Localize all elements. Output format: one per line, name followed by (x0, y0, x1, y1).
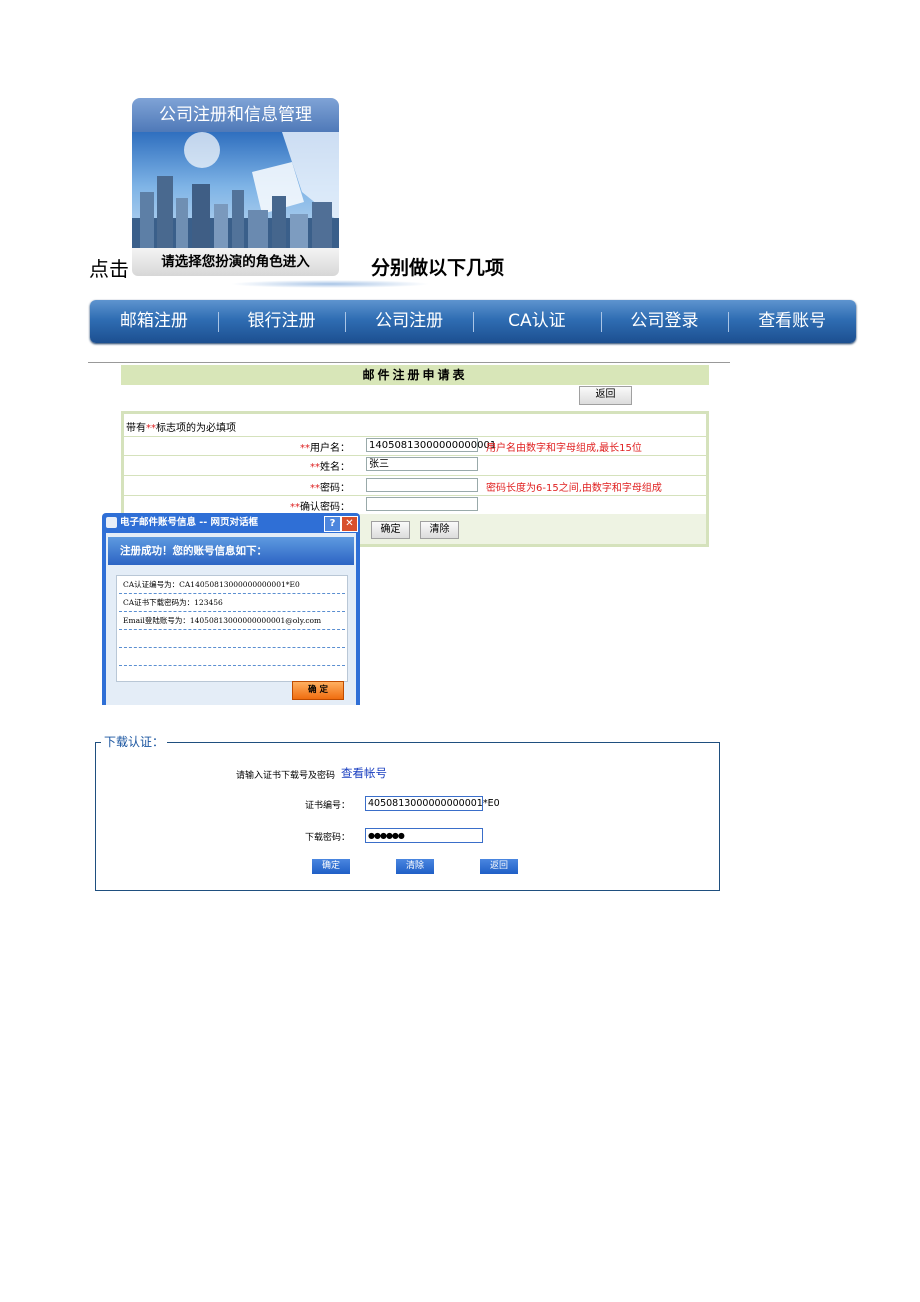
name-input[interactable]: 张三 (366, 457, 478, 471)
dialog-title: 电子邮件账号信息 -- 网页对话框 (120, 517, 259, 528)
form-row-name: **姓名： 张三 (124, 455, 706, 476)
download-password-input[interactable]: ●●●●●● (365, 828, 483, 843)
username-hint: 用户名由数字和字母组成,最长15位 (486, 443, 642, 454)
banner-caption: 请选择您扮演的角色进入 (132, 248, 339, 276)
download-back-button[interactable]: 返回 (480, 859, 518, 874)
required-note: 带有**标志项的为必填项 (126, 423, 236, 434)
help-icon[interactable]: ? (324, 516, 341, 532)
divider (88, 362, 730, 363)
city-skyline-image (132, 132, 339, 254)
main-nav: 邮箱注册 银行注册 公司注册 CA认证 公司登录 查看账号 (90, 300, 856, 343)
download-legend: 下载认证： (101, 733, 168, 750)
password-input[interactable] (366, 478, 478, 492)
nav-bank-register[interactable]: 银行注册 (217, 300, 346, 343)
banner-shadow (230, 280, 430, 288)
nav-mail-register[interactable]: 邮箱注册 (90, 300, 218, 343)
banner-title: 公司注册和信息管理 (132, 98, 339, 132)
clear-button[interactable]: 清除 (420, 521, 459, 539)
close-icon[interactable]: ✕ (341, 516, 358, 532)
password-hint: 密码长度为6-15之间,由数字和字母组成 (486, 483, 662, 494)
confirm-button[interactable]: 确定 (371, 521, 410, 539)
view-account-link[interactable]: 查看帐号 (341, 765, 387, 781)
name-label: **姓名： (310, 462, 350, 473)
back-button[interactable]: 返回 (579, 386, 632, 405)
list-item (119, 630, 345, 648)
cert-number-label: 证书编号： (305, 801, 351, 811)
ca-number-line: CA认证编号为：CA14050813000000000001*E0 (119, 576, 345, 594)
list-item (119, 648, 345, 666)
dialog-body: 注册成功！您的账号信息如下： CA认证编号为：CA140508130000000… (106, 533, 356, 705)
download-prompt: 请输入证书下载号及密码 (236, 771, 336, 781)
form-title: 邮件注册申请表 (121, 365, 709, 385)
dialog-header: 注册成功！您的账号信息如下： (108, 537, 354, 565)
confirm-password-label: **确认密码： (290, 502, 350, 513)
account-info-dialog: 电子邮件账号信息 -- 网页对话框 ? ✕ 注册成功！您的账号信息如下： CA认… (102, 513, 360, 705)
form-row-confirm-password: **确认密码： (124, 495, 706, 515)
cert-number-input[interactable]: 4050813000000000001*E0 (365, 796, 500, 811)
ie-window-icon (106, 517, 117, 528)
password-label: **密码： (310, 483, 350, 494)
account-info-list: CA认证编号为：CA14050813000000000001*E0 CA证书下载… (116, 575, 348, 682)
nav-ca-auth[interactable]: CA认证 (473, 300, 601, 343)
form-row-username: **用户名： 14050813000000000001 用户名由数字和字母组成,… (124, 436, 706, 456)
intro-suffix: 分别做以下几项 (371, 257, 505, 279)
download-password-label: 下载密码： (305, 833, 351, 843)
username-input[interactable]: 14050813000000000001 (366, 438, 496, 452)
dialog-ok-button[interactable]: 确 定 (292, 681, 344, 700)
ca-password-line: CA证书下载密码为：123456 (119, 594, 345, 612)
nav-view-account[interactable]: 查看账号 (728, 300, 856, 343)
confirm-password-input[interactable] (366, 497, 478, 511)
dialog-titlebar: 电子邮件账号信息 -- 网页对话框 ? ✕ (102, 513, 360, 533)
form-row-password: **密码： 密码长度为6-15之间,由数字和字母组成 (124, 475, 706, 496)
company-registration-banner[interactable]: 公司注册和信息管理 请选择您扮演的角色进入 (130, 88, 430, 288)
nav-company-login[interactable]: 公司登录 (600, 300, 729, 343)
download-clear-button[interactable]: 清除 (396, 859, 434, 874)
intro-prefix: 点击 (89, 257, 129, 281)
email-account-line: Email登陆账号为：14050813000000000001@oly.com (119, 612, 345, 630)
username-label: **用户名： (300, 443, 350, 454)
required-note-row: 带有**标志项的为必填项 (124, 414, 706, 437)
nav-company-register[interactable]: 公司注册 (345, 300, 473, 343)
download-confirm-button[interactable]: 确定 (312, 859, 350, 874)
